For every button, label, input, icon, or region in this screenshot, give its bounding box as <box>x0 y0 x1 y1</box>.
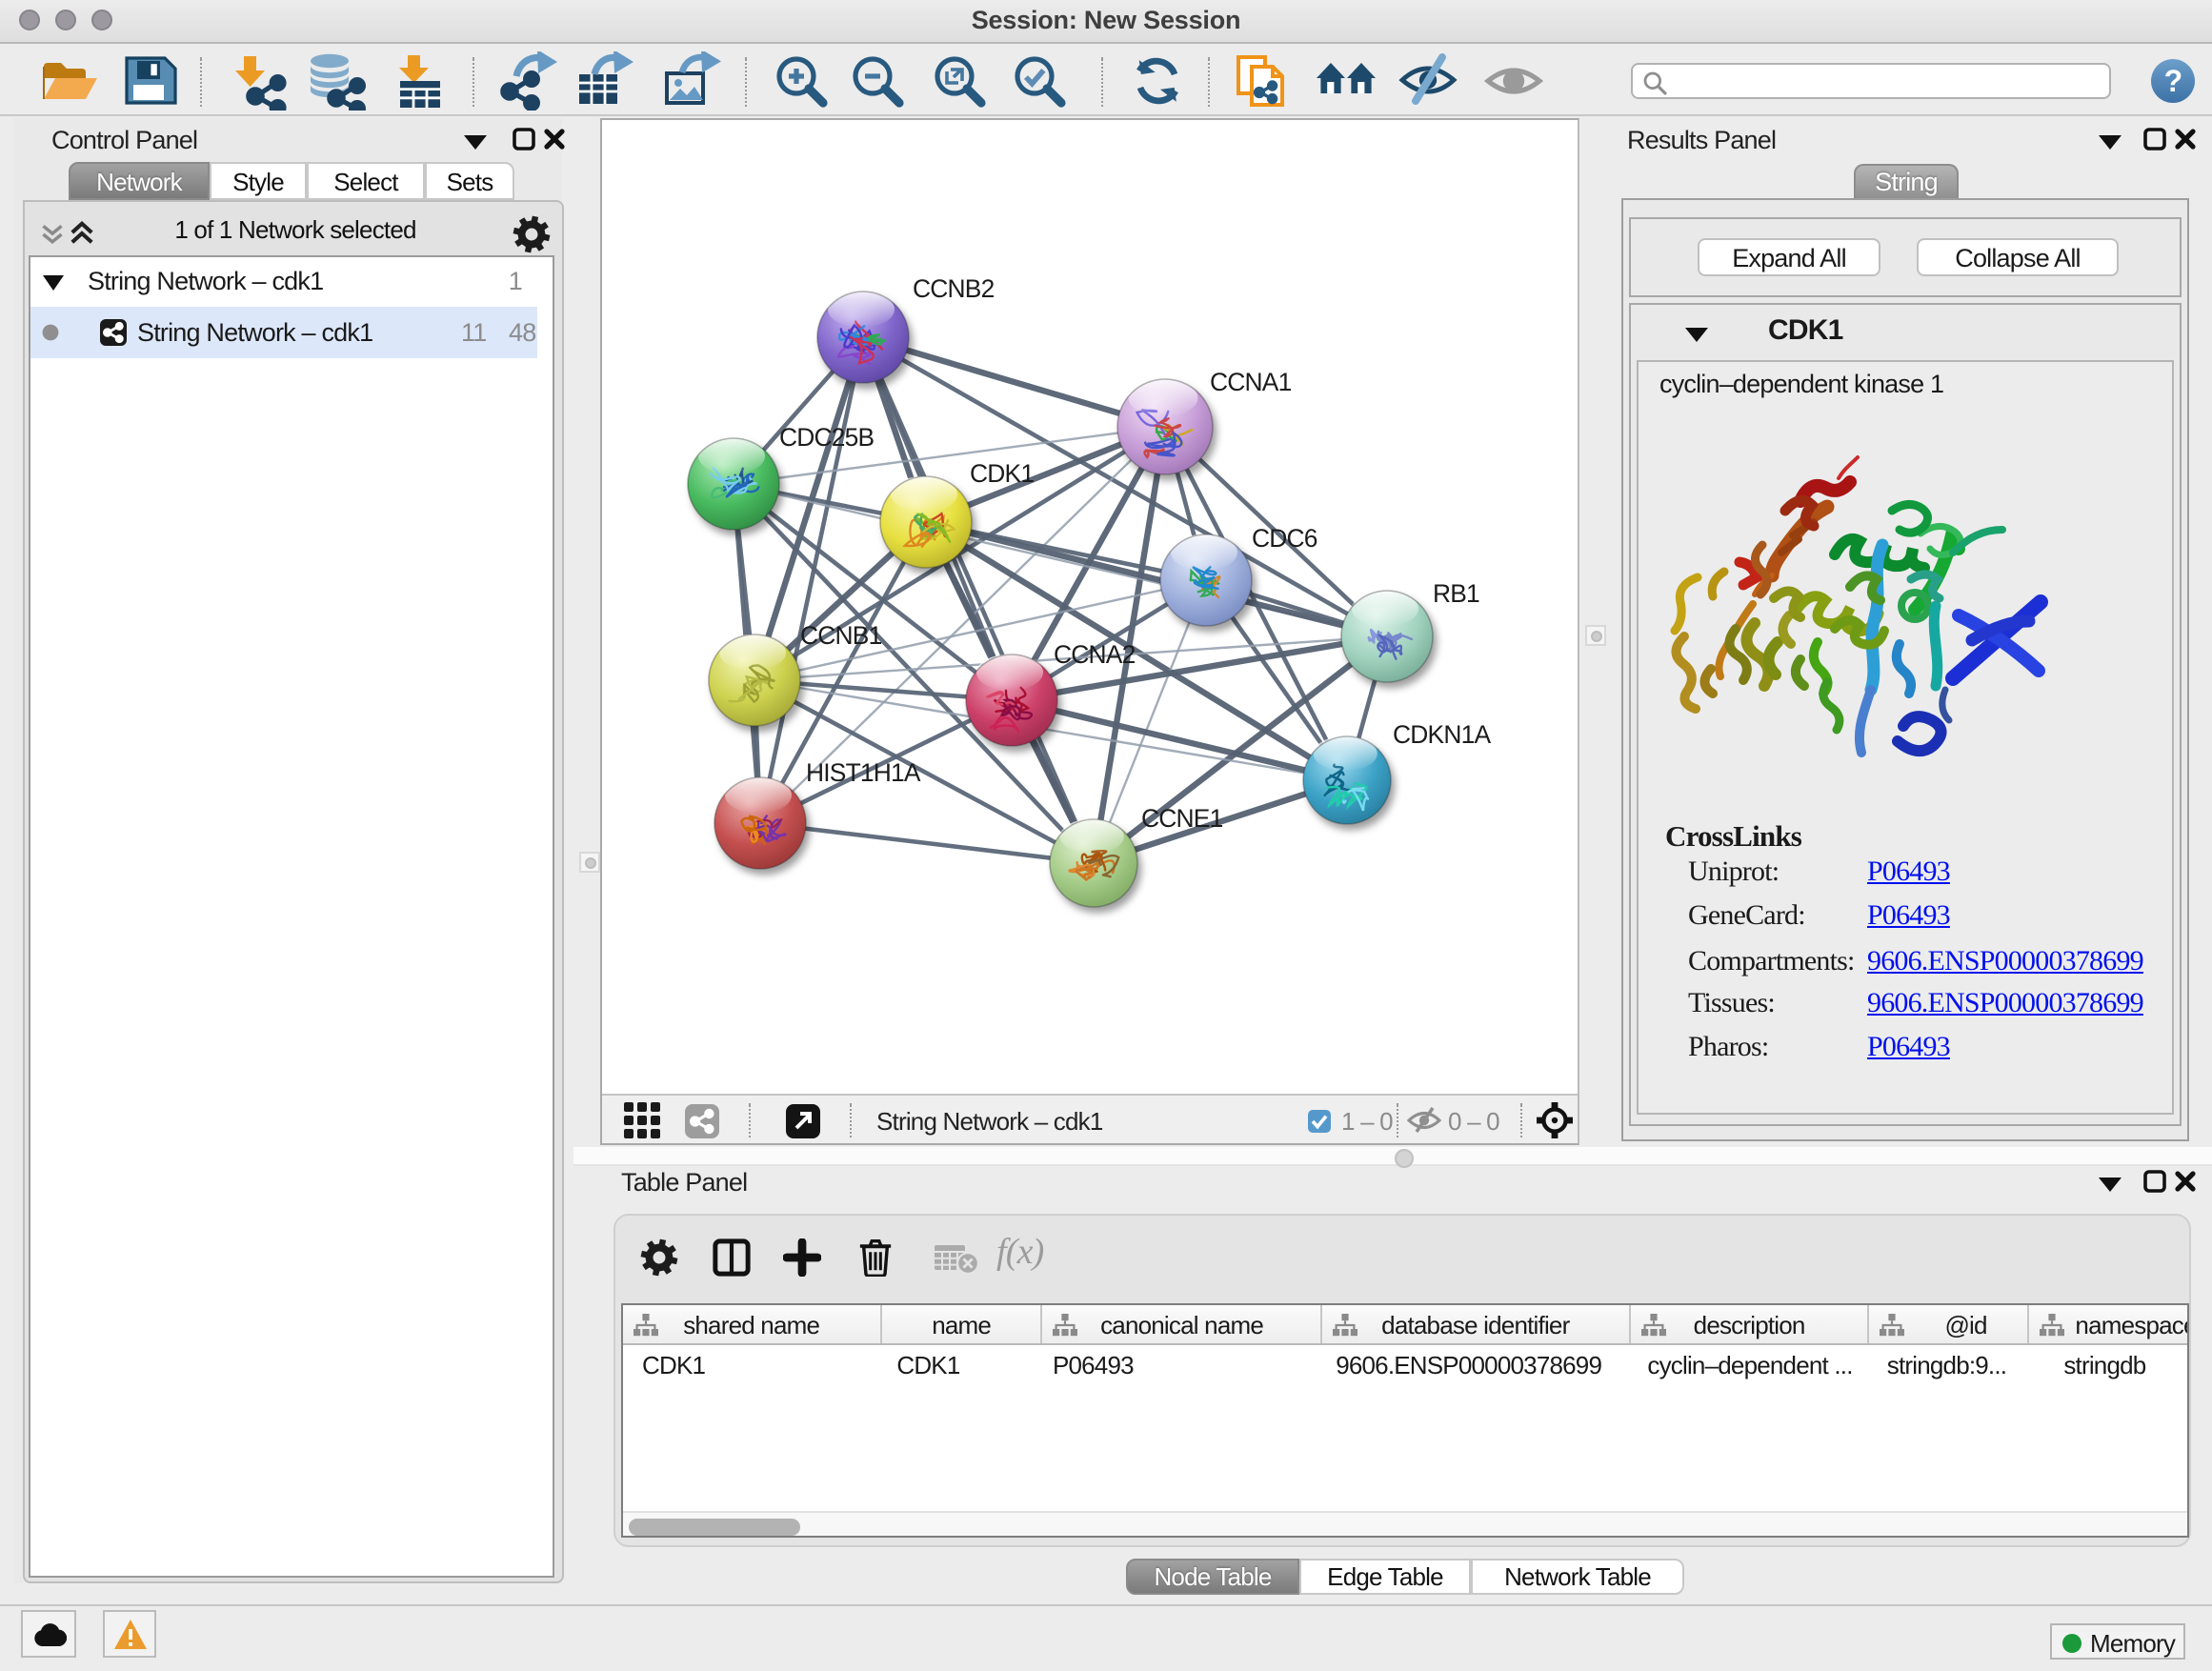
svg-text:CCNB1: CCNB1 <box>800 621 882 650</box>
svg-text:CCNA2: CCNA2 <box>1054 640 1136 669</box>
svg-text:CDK1: CDK1 <box>970 459 1034 488</box>
svg-text:CCNE1: CCNE1 <box>1141 804 1223 833</box>
svg-text:RB1: RB1 <box>1433 579 1479 608</box>
svg-text:CCNA1: CCNA1 <box>1210 368 1292 396</box>
svg-text:?: ? <box>2164 64 2182 98</box>
svg-text:CDC25B: CDC25B <box>779 423 875 452</box>
svg-text:HIST1H1A: HIST1H1A <box>806 758 921 787</box>
svg-text:CDKN1A: CDKN1A <box>1393 720 1491 749</box>
svg-text:CCNB2: CCNB2 <box>913 274 995 303</box>
svg-text:CDC6: CDC6 <box>1252 524 1317 553</box>
